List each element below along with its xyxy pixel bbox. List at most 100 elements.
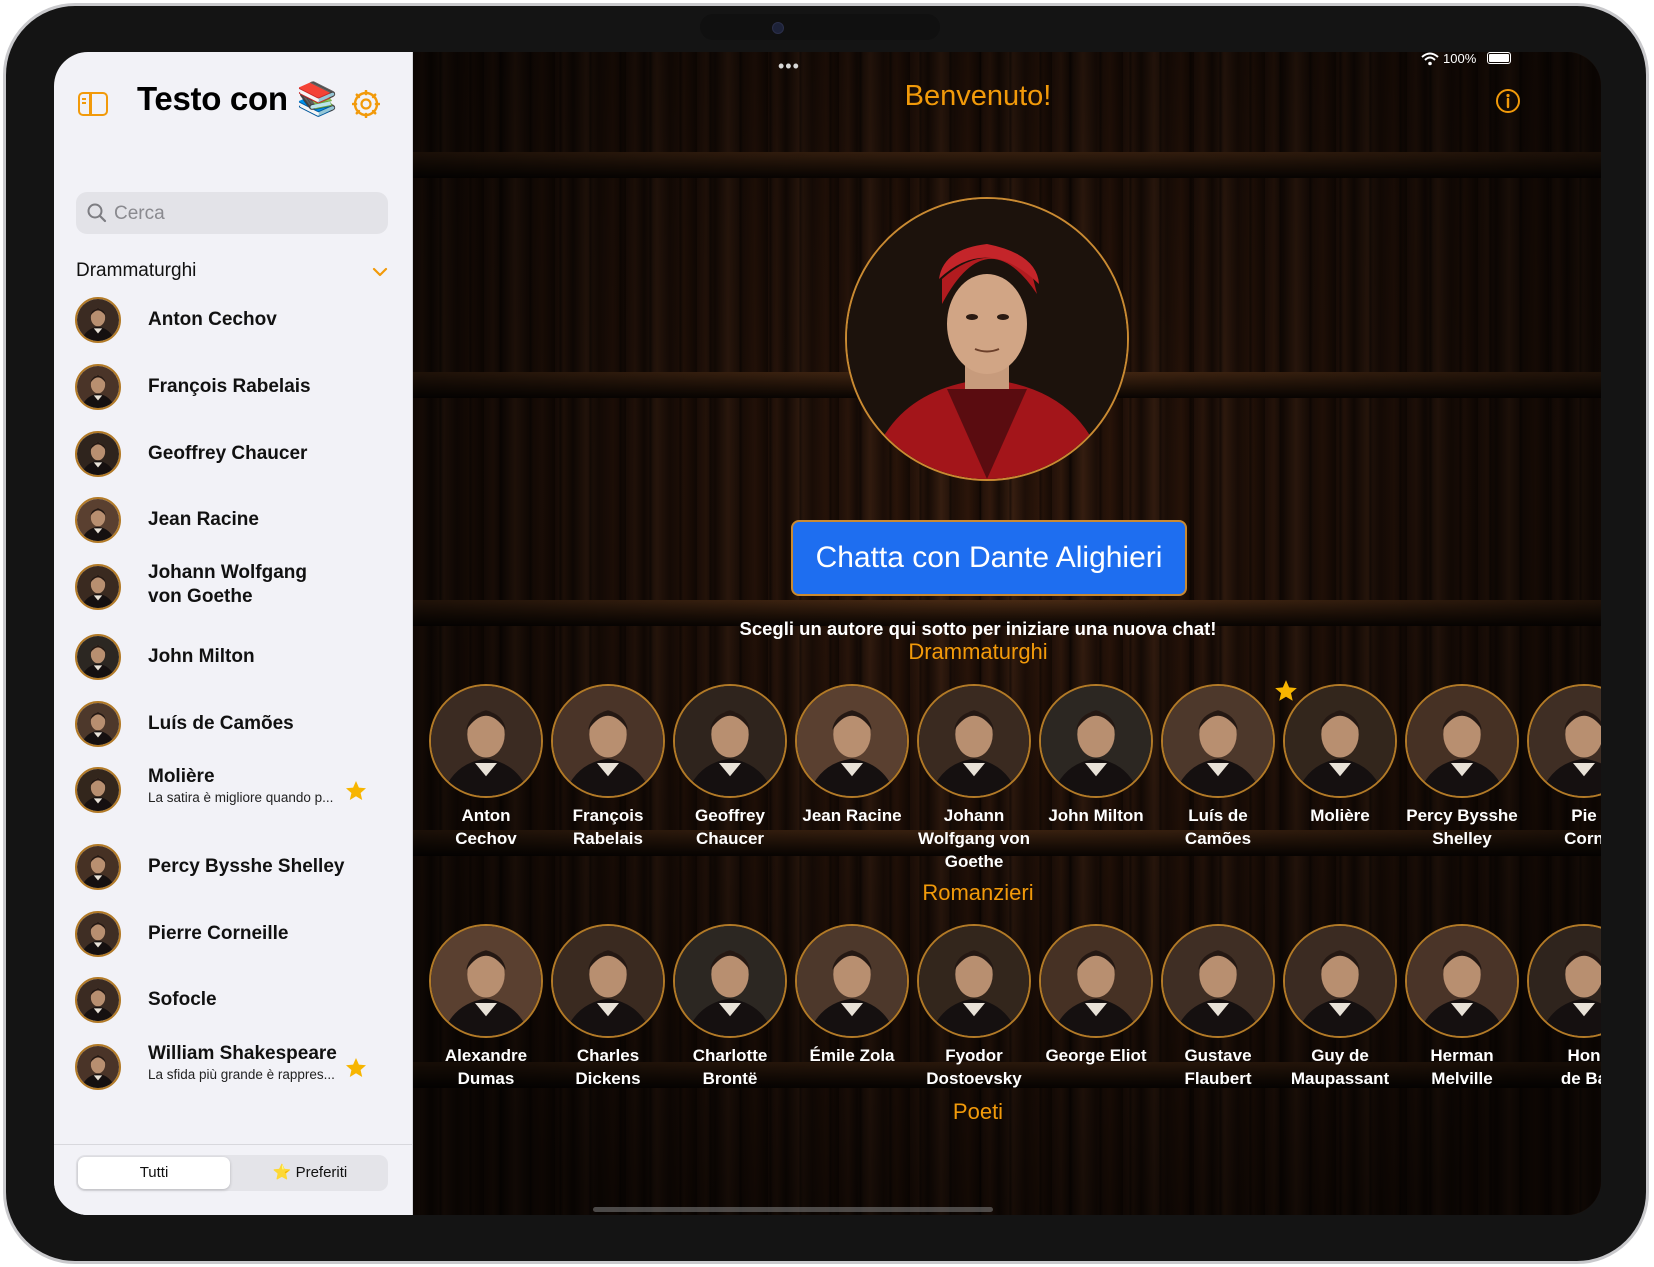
author-portrait [1283,684,1397,798]
author-name: Molière [148,766,215,787]
sidebar-author-row[interactable]: William Shakespeare La sfida più grande è… [54,1037,412,1101]
category-title-romanzieri: Romanzieri [922,880,1034,905]
avatar [75,1044,121,1090]
sidebar-author-row[interactable]: Pierre Corneille [54,904,412,968]
chat-with-dante-button[interactable]: Chatta con Dante Alighieri [791,520,1187,596]
sidebar-author-row[interactable]: Percy Bysshe Shelley [54,837,412,901]
author-name: Charlotte Brontë [692,1046,768,1088]
main-content: ••• 100% Benvenuto! Chatta con Dante Ali… [413,52,1601,1215]
author-name: John Milton [148,646,255,667]
author-name: Johann Wolfgang von Goethe [917,806,1031,871]
author-portrait [1161,924,1275,1038]
search-icon [87,203,107,223]
sidebar-author-row[interactable]: Sofocle [54,970,412,1034]
sidebar-author-row[interactable]: Johann Wolfgang von Goethe [54,557,412,621]
last-message-preview: La sfida più grande è rappres... [148,1067,335,1082]
avatar [75,634,121,680]
author-portrait [1161,684,1275,798]
app-title: Testo con 📚 [137,80,338,117]
avatar [75,701,121,747]
sidebar: Testo con 📚 Drammaturghi [54,52,413,1215]
battery-percentage: 100% [1443,52,1477,66]
sidebar-footer: Tutti ⭐ Preferiti [54,1144,412,1215]
sidebar-author-row[interactable]: John Milton [54,627,412,691]
category-title-drammaturghi: Drammaturghi [908,639,1048,664]
chevron-down-icon[interactable] [372,264,388,280]
author-name: Alexandre Dumas [444,1046,528,1088]
author-portrait [1405,684,1519,798]
segment-all[interactable]: Tutti [78,1157,230,1189]
author-name: William Shakespeare [148,1043,337,1064]
avatar [75,911,121,957]
horizontal-scroll-indicator[interactable] [593,1207,993,1212]
multitasking-dots[interactable]: ••• [778,56,800,77]
camera-housing [700,14,940,40]
author-name: Pie Corn [1564,806,1601,848]
sidebar-toggle-icon[interactable] [78,92,108,116]
author-name: Anton Cechov [455,806,517,848]
front-camera [772,22,784,34]
battery-icon [1487,52,1511,64]
sidebar-author-row[interactable]: Jean Racine [54,490,412,554]
featured-author-portrait [845,197,1129,481]
author-name: Jean Racine [148,509,259,530]
author-portrait [429,924,543,1038]
author-name: Charles Dickens [575,1046,641,1088]
gear-icon[interactable] [352,90,380,118]
sidebar-author-row[interactable]: Geoffrey Chaucer [54,424,412,488]
author-name: Molière [1310,806,1370,825]
author-portrait [1405,924,1519,1038]
author-portrait [1527,924,1601,1038]
author-name: Anton Cechov [148,309,277,330]
sidebar-author-row[interactable]: François Rabelais [54,357,412,421]
author-portrait [551,684,665,798]
avatar [75,767,121,813]
section-header-drammaturghi[interactable]: Drammaturghi [76,258,388,288]
author-name: Gustave Flaubert [1184,1046,1252,1088]
author-name: François Rabelais [572,806,644,848]
sidebar-author-row[interactable]: Anton Cechov [54,290,412,354]
category-title-poeti: Poeti [952,1099,1004,1124]
author-name: Percy Bysshe Shelley [1406,806,1518,848]
avatar [75,977,121,1023]
author-portrait [795,684,909,798]
screen: Testo con 📚 Drammaturghi [54,52,1601,1215]
search-input[interactable] [112,192,376,236]
author-portrait [1039,924,1153,1038]
sidebar-header: Testo con 📚 [54,52,412,162]
star-icon [344,779,368,803]
sidebar-author-row[interactable]: Molière La satira è migliore quando p... [54,760,412,824]
author-name: Jean Racine [802,806,902,825]
author-name: Geoffrey Chaucer [148,443,308,464]
carousel-drammaturghi: Anton Cechov François Rabelais Geoffrey Ch… [413,680,1601,884]
avatar [75,844,121,890]
search-bar[interactable] [76,192,388,236]
author-name: Émile Zola [809,1046,895,1065]
author-name: John Milton [1048,806,1144,825]
author-name: Guy de Maupassant [1290,1046,1390,1088]
segment-favorites[interactable]: ⭐ Preferiti [234,1157,386,1189]
page-title: Benvenuto! [904,80,1052,112]
wifi-icon [1421,52,1439,66]
author-name: Luís de Camões [148,713,294,734]
author-portrait [673,924,787,1038]
last-message-preview: La satira è migliore quando p... [148,790,334,805]
author-name: Herman Melville [1430,1046,1494,1088]
author-name: Geoffrey Chaucer [695,806,765,848]
author-portrait [917,924,1031,1038]
author-portrait [1283,924,1397,1038]
author-name: Percy Bysshe Shelley [148,856,345,877]
author-name: Pierre Corneille [148,923,289,944]
author-portrait [673,684,787,798]
author-portrait [1039,684,1153,798]
avatar [75,564,121,610]
dante-portrait-image [847,199,1127,479]
author-name: Hon de Ba [1560,1046,1601,1088]
instruction-text: Scegli un autore qui sotto per iniziare … [739,618,1217,639]
author-name: George Eliot [1045,1046,1147,1065]
filter-segmented-control: Tutti ⭐ Preferiti [76,1155,388,1191]
sidebar-author-row[interactable]: Luís de Camões [54,694,412,758]
author-portrait [1527,684,1601,798]
info-icon[interactable] [1495,88,1521,114]
author-name: Sofocle [148,989,217,1010]
